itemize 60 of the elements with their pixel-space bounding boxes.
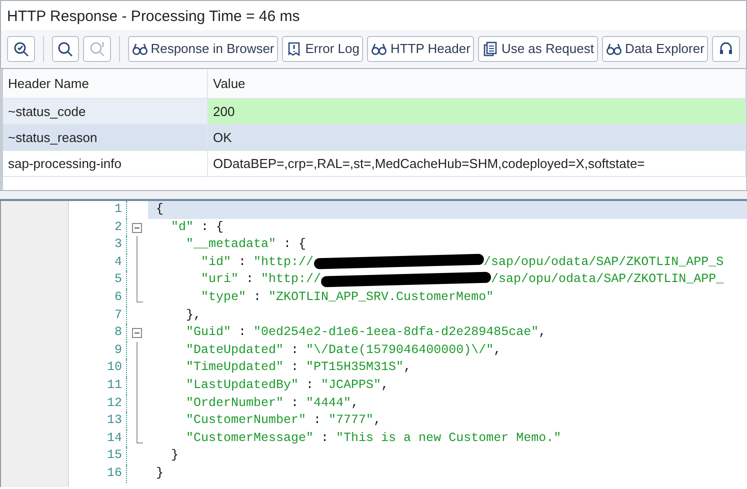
code-line: "id" : "http:// /sap/opu/odata/SAP/ZKOTLIN_APP_S [200,254,725,272]
code-line: "d" : { [170,218,225,236]
line-number: 4 [113,254,123,271]
table-cell: sap-processing-info [3,151,208,177]
zoom-icon [12,41,29,57]
toolbar-button[interactable]: Data Explorer [602,36,708,62]
line-number: 1 [113,201,123,218]
log-icon [286,41,302,57]
copy-icon [482,41,498,57]
table-cell: ~status_reason [3,125,208,151]
toolbar-button[interactable]: Use as Request [478,36,598,62]
code-line: "TimeUpdated" : "PT15H35M31S", [185,359,412,376]
column-header: Header Name [3,69,208,99]
code-line: "Guid" : "0ed254e2-d1e6-1eea-8dfa-d2e289485cae", [185,324,548,342]
code-line: "OrderNumber" : "4444", [185,394,360,412]
collapse-icon[interactable] [132,328,142,338]
code-line: } [155,464,165,482]
headset-button[interactable] [712,36,740,62]
line-number: 16 [106,464,123,482]
table-cell: OK [208,125,746,151]
code-line: } [170,447,180,464]
toolbar-button[interactable]: Error Log [282,36,364,62]
line-number: 15 [106,447,123,464]
line-number: 10 [106,359,123,376]
line-number: 2 [113,218,123,236]
toolbar-button[interactable]: Response in Browser [128,36,278,62]
column-header: Value [208,69,746,99]
line-number: 6 [113,288,123,306]
headset-icon [718,41,734,57]
glasses-icon [371,41,388,57]
line-number: 11 [106,376,123,394]
toolbar-button[interactable]: HTTP Header [367,36,474,62]
window-title: HTTP Response - Processing Time = 46 ms [0,0,747,30]
zoom-button[interactable] [7,36,35,62]
glasses-icon [132,41,148,57]
code-line: "CustomerMessage" : "This is a new Customer Memo." [185,430,562,447]
search-icon [57,41,74,57]
line-number: 3 [113,236,123,254]
code-line: }, [185,306,202,324]
collapse-icon[interactable] [132,222,142,233]
table-cell: 200 [208,99,746,125]
line-number: 13 [106,412,123,430]
line-number: 14 [106,430,123,447]
line-number: 8 [113,324,123,342]
line-number: 5 [113,271,123,288]
line-number: 7 [113,306,123,324]
glasses-icon [606,41,622,57]
code-line: "type" : "ZKOTLIN_APP_SRV.CustomerMemo" [200,288,495,306]
search-button[interactable] [52,36,80,62]
splitter-bar[interactable] [0,190,747,201]
code-line: "__metadata" : { [185,236,308,254]
table-cell: ~status_code [3,99,208,125]
search-next-icon [88,41,105,57]
line-number: 9 [113,342,123,359]
table-cell: ODataBEP=,crp=,RAL=,st=,MedCacheHub=SHM,codeployed=X,softstate= [208,151,746,177]
code-line: "uri" : "http:// /sap/opu/odata/SAP/ZKOTLIN_APP_ [200,271,725,289]
code-line: "CustomerNumber" : "7777", [185,412,382,430]
line-number: 12 [106,394,123,412]
code-line: "DateUpdated" : "\/Date(1579046400000)\/", [185,342,502,359]
code-line: "LastUpdatedBy" : "JCAPPS", [185,376,390,394]
